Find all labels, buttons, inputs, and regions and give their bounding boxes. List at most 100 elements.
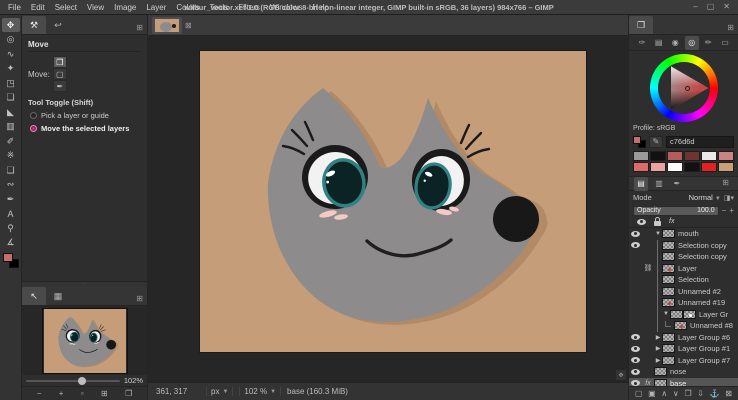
bucket-fill-tool[interactable]: ◣: [2, 105, 20, 119]
layer-row[interactable]: ▶Layer Group #7: [629, 355, 738, 367]
ellipse-select-tool[interactable]: ◎: [2, 33, 20, 47]
expander-icon[interactable]: ▶: [654, 334, 662, 341]
visibility-cell[interactable]: [629, 334, 642, 340]
fg-bg-mini-swatch[interactable]: [633, 136, 646, 148]
device-status-tab[interactable]: ▤: [652, 36, 666, 50]
palette-swatch-9[interactable]: [684, 162, 700, 172]
eye-icon[interactable]: [631, 369, 640, 375]
radio-icon[interactable]: [30, 125, 37, 132]
layer-row[interactable]: Unnamed #8: [629, 320, 738, 332]
expander-icon[interactable]: ▼: [654, 231, 662, 237]
opacity-increase-icon[interactable]: +: [729, 206, 734, 215]
layer-thumbnail[interactable]: [662, 252, 675, 261]
chain-cell[interactable]: fx: [642, 380, 654, 386]
tool-options-menu-icon[interactable]: ⊞: [136, 23, 147, 34]
crop-tool[interactable]: ◳: [2, 76, 20, 90]
transform-tool[interactable]: ❏: [2, 91, 20, 105]
tool-toggle-option-0[interactable]: Pick a layer or guide: [28, 111, 141, 120]
image-tab-close-icon[interactable]: ⊠: [185, 21, 192, 30]
document-history-tab[interactable]: ▭: [718, 36, 732, 50]
visibility-cell[interactable]: [629, 380, 642, 386]
lock-icon[interactable]: [654, 221, 661, 226]
palette-swatch-3[interactable]: [684, 151, 700, 161]
move-layer-mode[interactable]: ❐: [53, 56, 67, 68]
effects-icon[interactable]: fx: [669, 218, 674, 225]
zoom-slider-handle[interactable]: [78, 377, 86, 385]
foreground-color-swatch[interactable]: [3, 253, 13, 262]
tool-presets-tab[interactable]: ✑: [635, 36, 649, 50]
layer-thumbnail[interactable]: [662, 356, 675, 365]
unit-dropdown[interactable]: px▼: [206, 387, 233, 396]
layer-row[interactable]: ▶Layer Group #1: [629, 343, 738, 355]
visibility-cell[interactable]: [629, 346, 642, 352]
chain-cell[interactable]: ⛓: [642, 264, 654, 272]
fuzzy-select-tool[interactable]: ✦: [2, 62, 20, 76]
new-layer-group-button[interactable]: ▣: [648, 389, 656, 398]
layer-mode-dropdown[interactable]: Normal ▼: [689, 193, 721, 202]
eye-icon[interactable]: [631, 334, 640, 340]
expander-icon[interactable]: ▼: [662, 311, 670, 317]
layer-thumbnail[interactable]: [662, 287, 675, 296]
layer-row[interactable]: Selection: [629, 274, 738, 286]
menu-file[interactable]: File: [4, 2, 25, 13]
menu-select[interactable]: Select: [51, 2, 81, 13]
clone-tool[interactable]: ❑: [2, 163, 20, 177]
menu-view[interactable]: View: [83, 2, 108, 13]
palette-swatch-0[interactable]: [633, 151, 649, 161]
layers-menu-icon[interactable]: ⊞: [722, 178, 733, 189]
move-path-mode[interactable]: ✒: [53, 80, 67, 92]
palettes-tab[interactable]: ◉: [668, 36, 682, 50]
eye-icon[interactable]: [631, 242, 640, 248]
hsv-triangle[interactable]: [659, 63, 709, 113]
navigate-display-button[interactable]: ✥: [616, 370, 626, 380]
palette-swatch-7[interactable]: [650, 162, 666, 172]
eye-icon[interactable]: [631, 346, 640, 352]
layer-thumbnail[interactable]: [662, 264, 675, 273]
canvas-area[interactable]: ✥: [148, 36, 628, 382]
menu-image[interactable]: Image: [110, 2, 140, 13]
merge-down-button[interactable]: ⇩: [697, 389, 704, 398]
move-tool[interactable]: ✥: [2, 18, 20, 32]
layer-row[interactable]: fxbase: [629, 378, 738, 387]
close-button[interactable]: ✕: [723, 3, 730, 11]
layers-tab[interactable]: ▤: [634, 177, 648, 191]
zoom-fit-button[interactable]: ⊞: [101, 389, 108, 398]
zoom-tool[interactable]: ⚲: [2, 221, 20, 235]
maximize-button[interactable]: ▢: [707, 3, 715, 11]
layer-thumbnail[interactable]: [674, 321, 687, 330]
palette-swatch-10[interactable]: [701, 162, 717, 172]
duplicate-layer-button[interactable]: ❐: [684, 389, 691, 398]
dock-menu-icon[interactable]: ⊞: [727, 23, 738, 34]
colors-tab[interactable]: ◎: [685, 36, 699, 50]
hex-color-input[interactable]: c76d6d: [666, 136, 734, 148]
fg-bg-color-area[interactable]: [3, 253, 19, 268]
expander-icon[interactable]: ▶: [654, 357, 662, 364]
colors-dock-tab[interactable]: ❐: [629, 16, 653, 34]
navigation-preview[interactable]: [43, 309, 127, 373]
layer-thumbnail[interactable]: [662, 344, 675, 353]
new-layer-button[interactable]: ▢: [635, 389, 643, 398]
smudge-tool[interactable]: ∾: [2, 178, 20, 192]
palette-swatch-5[interactable]: [718, 151, 734, 161]
palette-swatch-2[interactable]: [667, 151, 683, 161]
visibility-cell[interactable]: [629, 231, 642, 237]
tool-options-tab[interactable]: ⚒: [22, 16, 46, 34]
paths-tool[interactable]: ✒: [2, 192, 20, 206]
eye-icon[interactable]: [631, 231, 640, 237]
layer-thumbnail[interactable]: [654, 379, 667, 386]
move-selection-mode[interactable]: ▢: [53, 68, 67, 80]
eye-icon[interactable]: [631, 380, 640, 386]
radio-icon[interactable]: [30, 112, 37, 119]
layer-thumbnail[interactable]: [662, 229, 675, 238]
layer-thumbnail[interactable]: [670, 310, 683, 319]
zoom-slider[interactable]: [26, 380, 120, 382]
palette-swatch-4[interactable]: [701, 151, 717, 161]
palette-swatch-11[interactable]: [718, 162, 734, 172]
menu-edit[interactable]: Edit: [27, 2, 49, 13]
layer-row[interactable]: Unnamed #19: [629, 297, 738, 309]
zoom-100-button[interactable]: ▫: [81, 389, 84, 398]
measure-tool[interactable]: ∡: [2, 236, 20, 250]
layer-thumbnail[interactable]: [662, 298, 675, 307]
image-tab[interactable]: [152, 17, 182, 34]
histogram-tab[interactable]: ▦: [46, 287, 70, 305]
